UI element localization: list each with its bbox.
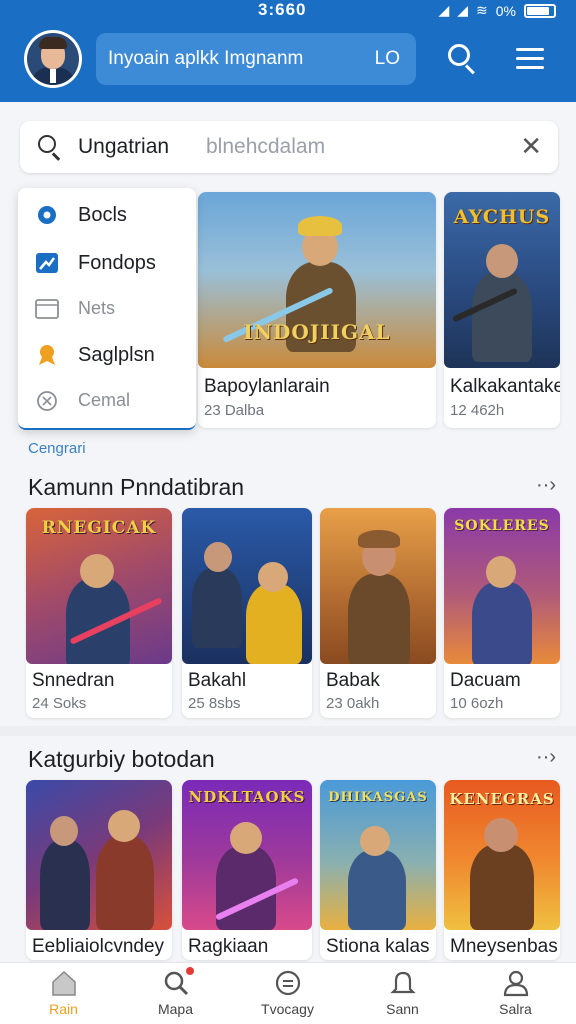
dropdown-menu: Bocls Fondops Nets Saglplsn Cemal: [18, 188, 196, 430]
nav-item-tvocagy[interactable]: Tvocagy: [230, 963, 345, 1024]
home-icon: [52, 970, 76, 996]
status-icons: ◢ ◢ ≋ 0%: [438, 2, 556, 19]
header-search-go[interactable]: LO: [375, 48, 400, 70]
battery-text: 0%: [495, 2, 516, 19]
search-value: Ungatrian: [78, 135, 170, 158]
menu-item-saglplsn[interactable]: Saglplsn: [18, 332, 196, 376]
game-cover-image: NDKLTAOKS: [182, 780, 312, 930]
section-title-2: Katgurbiy botodan: [28, 746, 215, 772]
avatar-image: [27, 33, 79, 85]
notification-badge: [186, 967, 194, 975]
status-time: 3:660: [258, 0, 307, 19]
section-more-button-2[interactable]: ··›: [536, 746, 556, 769]
status-bar: 3:660 ◢ ◢ ≋ 0%: [0, 0, 576, 22]
header-search-field[interactable]: Inyoain aplkk Imgnanm LO: [96, 33, 416, 85]
game-cover-image: [26, 780, 172, 930]
game-cover-image: DHIKASGAS: [320, 780, 436, 930]
category-label: Cengrari: [28, 440, 86, 457]
game-card[interactable]: KENEGRAS Mneysenbas: [444, 780, 560, 960]
game-cover-image: [320, 508, 436, 664]
game-cover-image: SOKLERES: [444, 508, 560, 664]
close-icon[interactable]: ✕: [520, 133, 542, 159]
game-card[interactable]: RNEGICAK Snnedran 24 Soks: [26, 508, 172, 718]
menu-item-fondops[interactable]: Fondops: [18, 240, 196, 284]
menu-item-bocls[interactable]: Bocls: [18, 192, 196, 236]
chart-icon: [36, 253, 58, 273]
game-card[interactable]: Eebliaiolcvndey: [26, 780, 172, 960]
wifi-icon: ≋: [476, 2, 488, 18]
game-card[interactable]: DHIKASGAS Stiona kalas: [320, 780, 436, 960]
app-header: 3:660 ◢ ◢ ≋ 0% Inyoain aplkk Imgnanm LO: [0, 0, 576, 102]
section-title-1: Kamunn Pnndatibran: [28, 474, 245, 500]
nav-item-salra[interactable]: Salra: [458, 963, 573, 1024]
search-icon: [38, 135, 56, 153]
search-placeholder: blnehcdalam: [206, 135, 326, 158]
nav-item-mapa[interactable]: Mapa: [118, 963, 233, 1024]
signal-icon: ◢: [438, 2, 450, 18]
section-more-button-1[interactable]: ··›: [536, 474, 556, 497]
game-card[interactable]: SOKLERES Dacuam 10 6ozh: [444, 508, 560, 718]
game-cover-image: RNEGICAK: [26, 508, 172, 664]
menu-icon[interactable]: [512, 40, 548, 76]
profile-icon: [503, 970, 529, 997]
game-card[interactable]: Babak 23 0akh: [320, 508, 436, 718]
menu-item-cemal[interactable]: Cemal: [18, 378, 196, 422]
menu-item-nets[interactable]: Nets: [18, 286, 196, 330]
window-icon: [35, 299, 59, 319]
section-divider: [0, 726, 576, 736]
battery-icon: [524, 3, 556, 18]
award-icon: [39, 345, 55, 365]
signal-icon-2: ◢: [457, 2, 469, 18]
game-cover-image: KENEGRAS: [444, 780, 560, 930]
compass-icon: [37, 391, 57, 411]
game-cover-image: AYCHUS: [444, 192, 560, 368]
gear-icon: [38, 206, 56, 224]
nav-item-rain[interactable]: Rain: [6, 963, 121, 1024]
bell-icon: [390, 971, 416, 994]
chat-icon: [275, 970, 301, 996]
bottom-nav: Rain Mapa Tvocagy Sann Salra: [0, 962, 576, 1024]
game-card[interactable]: NDKLTAOKS Ragkiaan: [182, 780, 312, 960]
game-card[interactable]: Bakahl 25 8sbs: [182, 508, 312, 718]
search-icon[interactable]: [442, 40, 478, 76]
featured-card-1[interactable]: INDOJIIGAL Bapoylanlarain 23 Dalba: [198, 192, 436, 428]
nav-item-sann[interactable]: Sann: [345, 963, 460, 1024]
game-cover-image: INDOJIIGAL: [198, 192, 436, 368]
header-search-text: Inyoain aplkk Imgnanm: [108, 48, 304, 69]
game-cover-image: [182, 508, 312, 664]
avatar[interactable]: [24, 30, 82, 88]
featured-card-2[interactable]: AYCHUS Kalkakantake 12 462h: [444, 192, 560, 428]
search-input[interactable]: Ungatrian blnehcdalam ✕: [20, 121, 558, 173]
